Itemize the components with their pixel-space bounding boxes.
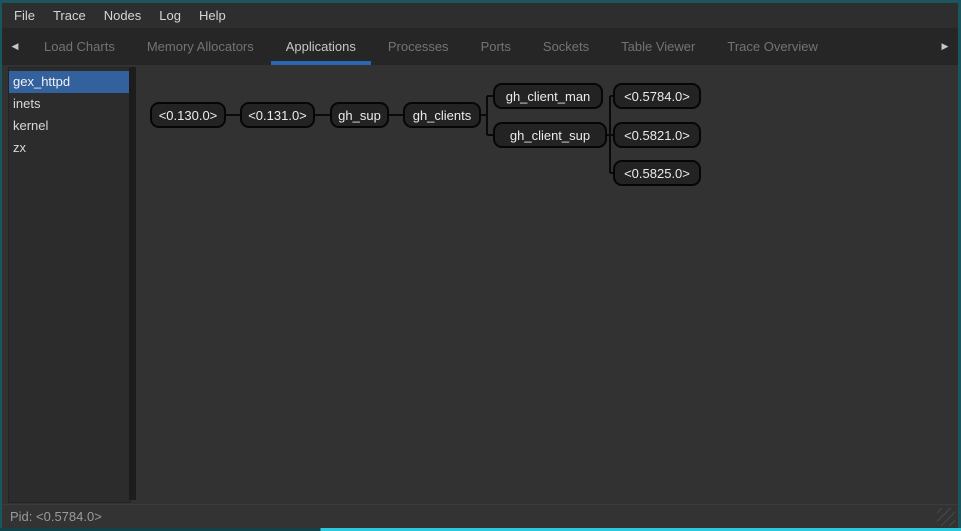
- tab-scroll-left-icon[interactable]: ◀: [2, 28, 28, 65]
- tab-sockets[interactable]: Sockets: [527, 28, 605, 65]
- tab-memory-allocators[interactable]: Memory Allocators: [131, 28, 270, 65]
- window-border-top: [0, 0, 961, 3]
- sidebar-item-kernel[interactable]: kernel: [9, 115, 130, 137]
- tab-ports[interactable]: Ports: [465, 28, 527, 65]
- tab-applications[interactable]: Applications: [270, 28, 372, 65]
- tab-bar: ◀ Load Charts Memory Allocators Applicat…: [2, 28, 958, 65]
- tab-scroll-right-icon[interactable]: ▶: [932, 28, 958, 65]
- tree-node-0-131-0[interactable]: <0.131.0>: [240, 102, 315, 128]
- sidebar-item-gex-httpd[interactable]: gex_httpd: [9, 71, 130, 93]
- tab-trace-overview[interactable]: Trace Overview: [711, 28, 834, 65]
- tree-node-gh-sup[interactable]: gh_sup: [330, 102, 389, 128]
- observer-window: File Trace Nodes Log Help ◀ Load Charts …: [0, 0, 961, 531]
- tree-node-gh-client-sup[interactable]: gh_client_sup: [493, 122, 607, 148]
- window-border-left: [0, 0, 2, 531]
- tab-load-charts[interactable]: Load Charts: [28, 28, 131, 65]
- resize-grip-icon[interactable]: [937, 508, 955, 526]
- tree-node-0-5784-0[interactable]: <0.5784.0>: [613, 83, 701, 109]
- menu-help[interactable]: Help: [190, 3, 235, 28]
- tree-node-0-5825-0[interactable]: <0.5825.0>: [613, 160, 701, 186]
- status-bar: Pid: <0.5784.0>: [2, 504, 958, 528]
- tree-node-0-130-0[interactable]: <0.130.0>: [150, 102, 226, 128]
- menu-nodes[interactable]: Nodes: [95, 3, 151, 28]
- application-list: gex_httpd inets kernel zx: [8, 67, 131, 503]
- menu-bar: File Trace Nodes Log Help: [2, 3, 958, 28]
- supervision-tree: <0.130.0> <0.131.0> gh_sup gh_clients gh…: [137, 65, 956, 505]
- tree-node-gh-clients[interactable]: gh_clients: [403, 102, 481, 128]
- menu-file[interactable]: File: [5, 3, 44, 28]
- sidebar-item-inets[interactable]: inets: [9, 93, 130, 115]
- tab-processes[interactable]: Processes: [372, 28, 465, 65]
- sidebar-item-zx[interactable]: zx: [9, 137, 130, 159]
- menu-log[interactable]: Log: [150, 3, 190, 28]
- tree-node-0-5821-0[interactable]: <0.5821.0>: [613, 122, 701, 148]
- sidebar-splitter[interactable]: [129, 67, 136, 500]
- tab-table-viewer[interactable]: Table Viewer: [605, 28, 711, 65]
- status-pid-text: Pid: <0.5784.0>: [10, 509, 102, 524]
- tree-node-gh-client-man[interactable]: gh_client_man: [493, 83, 603, 109]
- menu-trace[interactable]: Trace: [44, 3, 95, 28]
